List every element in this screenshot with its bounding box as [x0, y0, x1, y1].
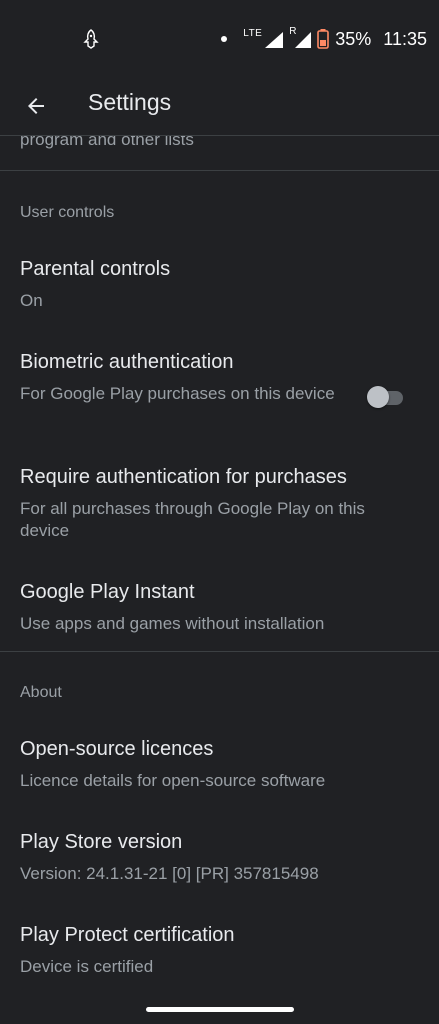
item-subtitle: Device is certified	[20, 957, 154, 976]
network-type-label: LTE	[243, 28, 263, 39]
status-icons: LTE R 35% 11:35	[221, 26, 427, 52]
item-subtitle: For all purchases through Google Play on…	[20, 499, 365, 540]
notification-bird-icon	[82, 28, 100, 50]
battery-percent: 35%	[335, 28, 372, 49]
play-store-version-item[interactable]: Play Store version Version: 24.1.31-21 […	[0, 831, 439, 891]
play-protect-certification-item[interactable]: Play Protect certification Device is cer…	[0, 924, 439, 984]
item-title: Play Protect certification	[20, 924, 235, 946]
section-divider	[0, 651, 439, 652]
item-subtitle: For Google Play purchases on this device	[20, 384, 335, 403]
section-header-about: About	[20, 684, 62, 701]
item-subtitle: Version: 24.1.31-21 [0] [PR] 357815498	[20, 864, 319, 883]
dot-icon	[221, 36, 228, 42]
battery-icon	[317, 29, 330, 49]
item-title: Open-source licences	[20, 738, 214, 760]
page-title: Settings	[88, 89, 172, 115]
roaming-signal-icon: R	[289, 26, 312, 50]
partial-subtitle: program and other lists	[20, 136, 194, 149]
item-title: Parental controls	[20, 258, 171, 280]
biometric-toggle[interactable]	[367, 386, 405, 408]
arrow-left-icon	[28, 98, 44, 114]
system-nav-bar	[0, 1000, 439, 1024]
section-divider	[0, 170, 439, 171]
settings-list[interactable]: program and other lists User controls Pa…	[0, 136, 439, 1006]
require-authentication-item[interactable]: Require authentication for purchases For…	[0, 466, 439, 546]
item-subtitle: Use apps and games without installation	[20, 614, 325, 633]
item-title: Require authentication for purchases	[20, 466, 347, 488]
section-header-user-controls: User controls	[20, 204, 115, 221]
google-play-instant-item[interactable]: Google Play Instant Use apps and games w…	[0, 581, 439, 641]
top-app-bar: Settings	[0, 78, 439, 134]
status-bar: LTE R 35% 11:35	[0, 0, 439, 78]
item-title: Play Store version	[20, 831, 183, 853]
item-subtitle: On	[20, 291, 43, 310]
home-gesture-handle[interactable]	[146, 1007, 294, 1012]
biometric-authentication-item[interactable]: Biometric authentication For Google Play…	[0, 351, 439, 431]
item-subtitle: Licence details for open-source software	[20, 771, 326, 790]
open-source-licences-item[interactable]: Open-source licences Licence details for…	[0, 738, 439, 798]
toggle-thumb	[367, 386, 389, 408]
back-button[interactable]	[14, 84, 58, 128]
lte-signal-icon: LTE	[243, 28, 284, 50]
item-title: Google Play Instant	[20, 581, 195, 603]
clock: 11:35	[383, 28, 427, 49]
item-title: Biometric authentication	[20, 351, 234, 373]
parental-controls-item[interactable]: Parental controls On	[0, 258, 439, 318]
